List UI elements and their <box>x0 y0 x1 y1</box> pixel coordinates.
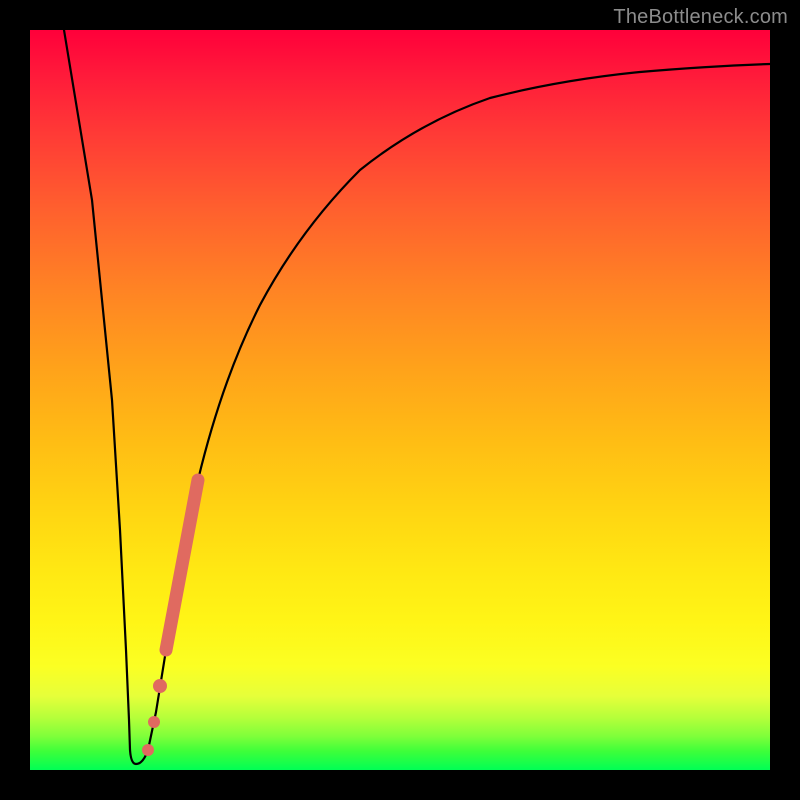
plot-area <box>30 30 770 770</box>
chart-svg <box>30 30 770 770</box>
marker-dot <box>142 744 154 756</box>
marker-dot <box>148 716 160 728</box>
marker-segment <box>166 480 198 650</box>
marker-dot <box>153 679 167 693</box>
chart-frame: TheBottleneck.com <box>0 0 800 800</box>
marker-group <box>142 480 198 756</box>
attribution-text: TheBottleneck.com <box>613 6 788 29</box>
